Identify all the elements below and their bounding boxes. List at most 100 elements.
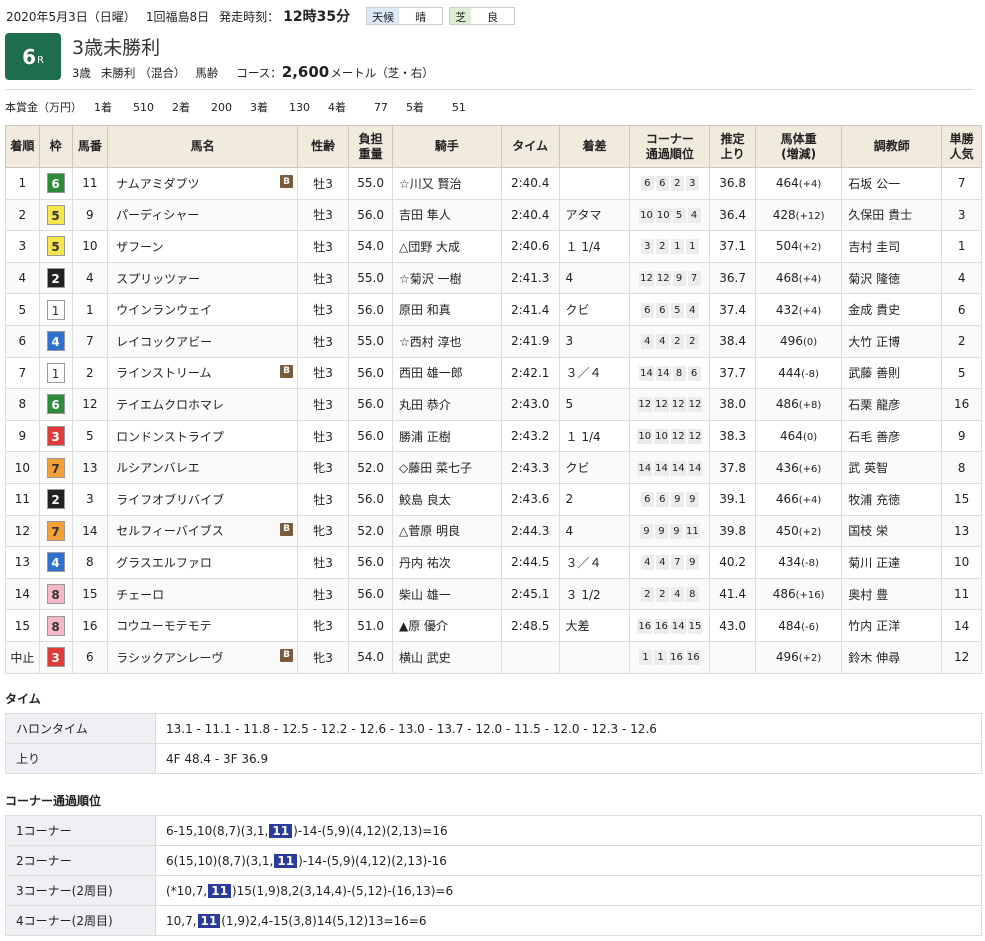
- waku-cell: 2: [38, 261, 73, 295]
- jockey-link[interactable]: 横山 武史: [399, 651, 451, 665]
- jockey-link[interactable]: ☆川又 賢治: [399, 177, 462, 191]
- corner-position: 14: [654, 460, 669, 476]
- trainer-link[interactable]: 久保田 貴士: [848, 208, 912, 222]
- trainer-link[interactable]: 大竹 正博: [848, 335, 900, 349]
- table-row: 12 7 14 セルフィーバイブス B 牝3 52.0 △菅原 明良 2:44.3 4 9 9 9 11 3…: [5, 514, 982, 548]
- corner-order-after: )-14-(5,9)(4,12)(2,13)-16: [298, 853, 447, 868]
- waku-badge: 3: [46, 647, 65, 668]
- jockey-link[interactable]: 勝浦 正樹: [399, 430, 451, 444]
- trainer-link[interactable]: 石坂 公一: [848, 177, 900, 191]
- corner-position: 9: [670, 492, 684, 508]
- trainer-link[interactable]: 奥村 豊: [848, 588, 888, 602]
- corner-order-after: (1,9)2,4-15(3,8)14(5,12)13=16=6: [221, 913, 427, 928]
- jockey-link[interactable]: 丹内 祐次: [399, 556, 451, 570]
- horse-name-link[interactable]: ルシアンバレエ: [116, 461, 200, 475]
- body-weight-diff: (+2): [798, 653, 822, 665]
- waku-badge: 3: [46, 426, 65, 447]
- horse-name-link[interactable]: スプリッツァー: [116, 272, 200, 286]
- horse-name-link[interactable]: ザフーン: [116, 240, 163, 254]
- horse-name-link[interactable]: セルフィーバイブス: [116, 524, 224, 538]
- horse-number: 1: [71, 293, 109, 326]
- jockey-link[interactable]: 吉田 隼人: [399, 208, 451, 222]
- prize-item: 3着 130: [249, 101, 310, 114]
- horse-name-cell: ロンドンストライプ: [107, 419, 299, 453]
- margin: ３ 1/2: [558, 577, 631, 611]
- margin: 大差: [558, 609, 631, 642]
- trainer-link[interactable]: 菊川 正達: [848, 556, 900, 570]
- trainer-link[interactable]: 国枝 栄: [848, 524, 888, 538]
- time-row: 上り 4F 48.4 - 3F 36.9: [5, 743, 982, 774]
- body-weight: 428(+12): [754, 198, 843, 232]
- waku-badge: 7: [46, 457, 65, 478]
- trainer-link[interactable]: 牧浦 充徳: [848, 493, 900, 507]
- body-weight-value: 444: [778, 365, 802, 380]
- horse-name-link[interactable]: ライフオブリバイブ: [116, 493, 224, 507]
- trainer-link[interactable]: 金成 貴史: [848, 303, 900, 317]
- popularity: 14: [941, 609, 982, 642]
- horse-name-link[interactable]: チェーロ: [116, 588, 164, 602]
- corner-position-list: 4479: [640, 555, 699, 571]
- horse-name-link[interactable]: パーディシャー: [116, 208, 199, 222]
- trainer-link[interactable]: 武藤 善則: [848, 366, 900, 380]
- sex-age: 牡3: [297, 167, 350, 200]
- waku-cell: 4: [38, 546, 73, 579]
- horse-number: 3: [71, 482, 109, 516]
- corner-position: 1: [639, 650, 653, 666]
- horse-name-link[interactable]: グラスエルファロ: [116, 556, 212, 570]
- finish-time: 2:43.2: [500, 419, 560, 453]
- carried-weight: 55.0: [348, 324, 393, 358]
- corner-position: 4: [655, 334, 669, 350]
- body-weight-value: 496: [775, 650, 799, 665]
- corner-position: 6: [640, 302, 654, 318]
- horse-name-link[interactable]: テイエムクロホマレ: [116, 398, 224, 412]
- jockey-link[interactable]: 西田 雄一郎: [399, 366, 463, 380]
- jockey-link[interactable]: △菅原 明良: [399, 524, 460, 538]
- horse-name-link[interactable]: ウインランウェイ: [116, 303, 212, 317]
- horse-name-link[interactable]: ナムアミダブツ: [116, 177, 199, 191]
- waku-cell: 4: [38, 324, 73, 358]
- trainer-link[interactable]: 菊沢 隆徳: [848, 272, 900, 286]
- jockey-link[interactable]: ◇藤田 菜七子: [399, 461, 472, 475]
- horse-number: 6: [71, 640, 109, 674]
- race-number: 6: [22, 44, 36, 69]
- finish-time: 2:43.3: [500, 451, 560, 484]
- trainer-link[interactable]: 石毛 善彦: [848, 430, 900, 444]
- corner-position: 8: [685, 587, 699, 603]
- trainer-link[interactable]: 武 英智: [848, 461, 888, 475]
- horse-name-link[interactable]: コウユーモテモテ: [116, 619, 212, 633]
- winner-highlight: 11: [208, 883, 231, 898]
- horse-name-cell: テイエムクロホマレ: [107, 388, 299, 421]
- horse-number: 8: [71, 546, 109, 579]
- jockey-link[interactable]: ☆西村 淳也: [399, 335, 462, 349]
- jockey-link[interactable]: 鮫島 良太: [399, 493, 451, 507]
- jockey-link[interactable]: 柴山 雄一: [399, 588, 451, 602]
- body-weight: 486(+8): [754, 388, 843, 421]
- jockey-cell: 原田 和真: [391, 293, 502, 326]
- horse-name-link[interactable]: ラインストリーム: [116, 366, 211, 380]
- waku-badge: 5: [46, 204, 65, 225]
- jockey-link[interactable]: △団野 大成: [399, 240, 460, 254]
- horse-name-link[interactable]: ラシックアンレーヴ: [116, 651, 223, 665]
- trainer-cell: 久保田 貴士: [841, 198, 943, 232]
- table-row: 6 4 7 レイコックアビー 牡3 55.0 ☆西村 淳也 2:41.9 3 4 4 2 2 38.4 49…: [5, 324, 982, 358]
- trainer-link[interactable]: 吉村 圭司: [848, 240, 900, 254]
- popularity: 6: [941, 293, 982, 326]
- trainer-link[interactable]: 鈴木 伸尋: [848, 651, 900, 665]
- last-3f: 36.8: [709, 167, 756, 200]
- trainer-link[interactable]: 石栗 龍彦: [848, 398, 900, 412]
- jockey-link[interactable]: ☆菊沢 一樹: [399, 272, 462, 286]
- jockey-link[interactable]: 原田 和真: [399, 303, 451, 317]
- finish-time: 2:40.4: [500, 198, 560, 232]
- body-weight-diff: (+4): [798, 179, 822, 191]
- horse-name-link[interactable]: ロンドンストライプ: [116, 430, 224, 444]
- jockey-link[interactable]: 丸田 恭介: [399, 398, 451, 412]
- corner-position: 6: [640, 492, 654, 508]
- column-header: 性齢: [297, 125, 350, 168]
- horse-name-link[interactable]: レイコックアビー: [116, 335, 212, 349]
- last-3f: 36.4: [709, 198, 756, 232]
- sex-age: 牡3: [297, 230, 350, 263]
- trainer-link[interactable]: 竹内 正洋: [848, 619, 900, 633]
- jockey-link[interactable]: ▲原 優介: [399, 619, 448, 633]
- trainer-cell: 武 英智: [841, 451, 943, 484]
- popularity: 8: [941, 451, 982, 484]
